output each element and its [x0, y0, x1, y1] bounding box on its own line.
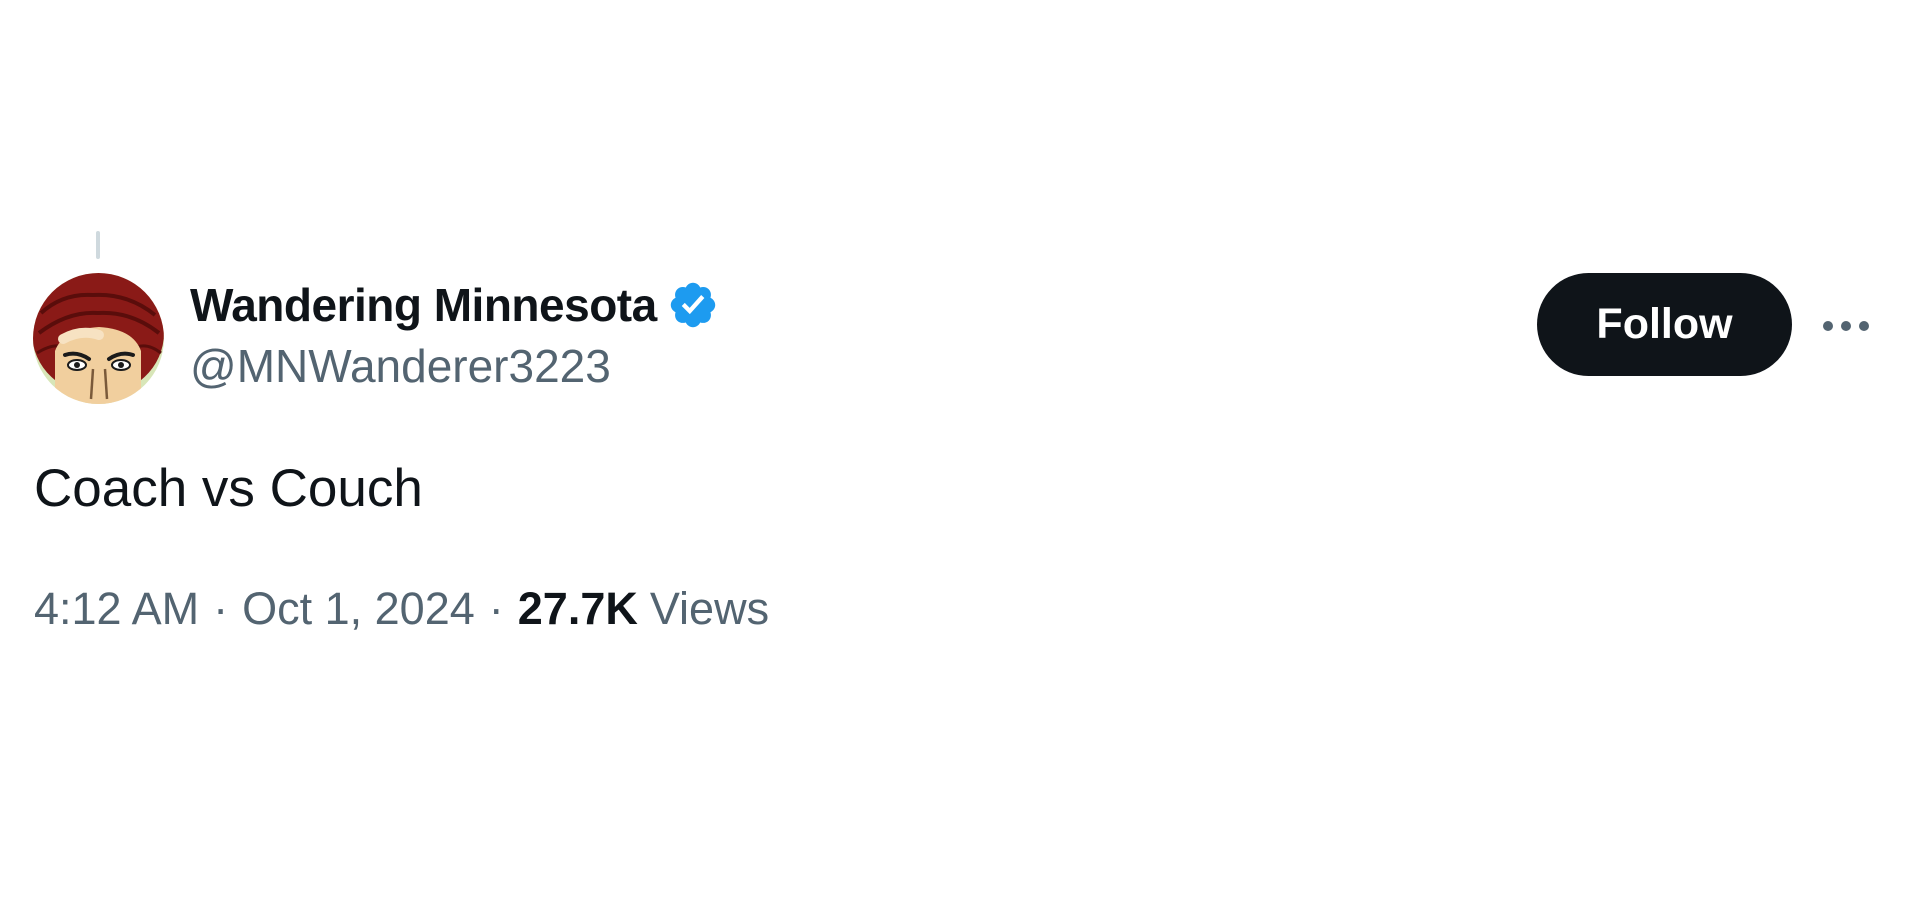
tweet-time[interactable]: 4:12 AM: [34, 583, 199, 635]
author-handle[interactable]: @MNWanderer3223: [190, 339, 611, 393]
views-label: Views: [649, 583, 770, 634]
tweet-text: Coach vs Couch: [34, 459, 423, 518]
tweet-meta-row: 4:12 AM · Oct 1, 2024 · 27.7K Views: [34, 583, 769, 635]
more-horizontal-icon: [1823, 321, 1869, 331]
meta-separator: ·: [213, 583, 229, 634]
author-avatar[interactable]: [33, 273, 164, 404]
tweet-date[interactable]: Oct 1, 2024: [242, 583, 475, 635]
author-display-name[interactable]: Wandering Minnesota: [190, 278, 657, 332]
cartoon-face-avatar-icon: [33, 273, 164, 404]
author-name-row: Wandering Minnesota: [190, 276, 719, 334]
meta-separator: ·: [488, 583, 504, 634]
views-count: 27.7K: [517, 583, 638, 634]
more-options-button[interactable]: [1818, 306, 1874, 346]
follow-button[interactable]: Follow: [1537, 273, 1792, 376]
thread-connector-line: [96, 231, 100, 259]
verified-badge-icon[interactable]: [667, 279, 719, 331]
tweet-card: Wandering Minnesota @MNWanderer3223 Foll…: [0, 0, 1920, 900]
